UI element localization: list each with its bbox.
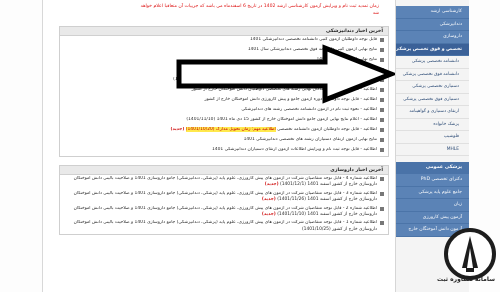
bullet-icon — [380, 138, 384, 142]
sidebar-item[interactable]: جامع علوم پایه پزشکی — [396, 186, 469, 199]
news-item[interactable]: اطلاعیه - قابل توجه داوطلبان آزمون دانشن… — [60, 126, 388, 136]
news-text: اطلاعیه شماره 2 - قابل توجه متقاضیان شرک… — [73, 205, 377, 218]
bullet-icon — [380, 177, 384, 181]
news-link[interactable]: اطلاعیه شماره 3 - قابل توجه متقاضیان شرک… — [64, 191, 377, 204]
news-link[interactable]: اطلاعیه - نحوه ثبت نام در آزمون دانشنامه… — [64, 107, 377, 113]
sidebar-item[interactable]: دستیاری تخصصی پزشکی — [396, 81, 469, 94]
notice-line-1: زمان تمدید ثبت نام و ویرایش آزمون کارشنا… — [140, 4, 379, 9]
sidebar-item[interactable]: فلوشیپ — [396, 131, 469, 144]
news-item[interactable]: نتایج نهایی آزمون ارتقای دستیاران رشته ه… — [60, 136, 388, 146]
new-badge: (جدید) — [170, 127, 185, 132]
sidebar-item[interactable]: زبان — [396, 199, 469, 212]
news-link[interactable]: قابل توجه داوطلبان آزمون کتبی دانشنامه ت… — [64, 37, 377, 43]
sidebar-item[interactable]: دانشنامه تخصصی پزشکی — [396, 56, 469, 69]
section-title: آخرین اخبار داروسازی — [60, 166, 388, 175]
logo-caption: سامانه مشاوره ثبت — [436, 276, 496, 283]
sidebar-item[interactable]: دندانپزشکی — [396, 18, 469, 31]
section-title: آخرین اخبار دندانپزشکی — [60, 27, 388, 36]
bullet-icon — [380, 221, 384, 226]
new-badge: (جدید) — [264, 182, 279, 188]
news-link[interactable]: اطلاعیه - اعلام نتایج نهایی آزمون جامع د… — [64, 117, 377, 123]
bullet-icon — [380, 118, 384, 122]
news-text: اطلاعیه شماره 1 - قابل توجه متقاضیان شرک… — [73, 220, 377, 232]
sidebar-item[interactable]: MHLE — [396, 143, 469, 156]
sidebar-item[interactable]: کارشناسی ارشد — [396, 6, 469, 19]
new-badge: (جدید) — [261, 212, 276, 218]
news-link[interactable]: نتایج نهایی آزمون ارتقای دستیاران رشته ه… — [64, 137, 377, 143]
news-item[interactable]: اطلاعیه شماره 2 - قابل توجه متقاضیان شرک… — [60, 205, 388, 220]
news-text: اطلاعیه - اعلام نتایج نهایی آزمون جامع د… — [186, 117, 377, 122]
news-text: اطلاعیه شماره 4 - قابل توجه متقاضیان شرک… — [73, 176, 377, 188]
news-highlight: اطلاعیه مهم: زمان تحویل مدارک (1401/10/2… — [185, 127, 276, 132]
sidebar-item[interactable]: تخصص و فوق تخصص پزشکی — [396, 43, 469, 56]
bullet-icon — [380, 128, 384, 132]
bullet-icon — [380, 148, 384, 152]
news-link[interactable]: اطلاعیه شماره 2 - قابل توجه متقاضیان شرک… — [64, 206, 377, 219]
sidebar-block-head[interactable]: پزشکی عمومی — [396, 162, 469, 174]
notice-line-2: شد — [372, 11, 379, 16]
bullet-icon — [380, 191, 384, 196]
sidebar-item[interactable]: پزشک خانواده — [396, 118, 469, 131]
bullet-icon — [380, 108, 384, 112]
news-item[interactable]: اطلاعیه - اعلام نتایج نهایی آزمون جامع د… — [60, 116, 388, 126]
sidebar-item[interactable]: ارتقای دستیاری و گواهینامه — [396, 106, 469, 119]
news-item[interactable]: اطلاعیه - قابل توجه ثبت نام و ویرایش اطل… — [60, 146, 388, 156]
pharmacy-news-section: آخرین اخبار داروسازی اطلاعیه شماره 4 - ق… — [59, 165, 389, 236]
sidebar-item[interactable]: دستیاری فوق تخصصی پزشکی — [396, 93, 469, 106]
news-item[interactable]: اطلاعیه - نحوه ثبت نام در آزمون دانشنامه… — [60, 106, 388, 116]
news-item[interactable]: اطلاعیه شماره 4 - قابل توجه متقاضیان شرک… — [60, 175, 388, 190]
news-item[interactable]: اطلاعیه شماره 3 - قابل توجه متقاضیان شرک… — [60, 190, 388, 205]
bullet-icon — [380, 38, 384, 42]
news-item[interactable]: اطلاعیه شماره 1 - قابل توجه متقاضیان شرک… — [60, 219, 388, 234]
sidebar-item[interactable]: دکترای تخصصی PhD — [396, 174, 469, 187]
sidebar-item[interactable]: دانشنامه فوق تخصصی پزشکی — [396, 68, 469, 81]
news-link[interactable]: اطلاعیه - قابل توجه ثبت نام و ویرایش اطل… — [64, 147, 377, 153]
sidebar-item[interactable]: آزمون پیش کارورزی — [396, 211, 469, 224]
news-text: اطلاعیه - قابل توجه داوطلبان آزمون دانشن… — [277, 127, 377, 132]
top-notice: زمان تمدید ثبت نام و ویرایش آزمون کارشنا… — [59, 3, 379, 17]
news-link[interactable]: اطلاعیه شماره 4 - قابل توجه متقاضیان شرک… — [64, 176, 377, 189]
news-text: قابل توجه داوطلبان آزمون کتبی دانشنامه ت… — [249, 37, 377, 42]
news-text: اطلاعیه - قابل توجه ثبت نام و ویرایش اطل… — [212, 147, 377, 152]
sidebar-item[interactable]: داروسازی — [396, 31, 469, 44]
news-link[interactable]: اطلاعیه شماره 1 - قابل توجه متقاضیان شرک… — [64, 220, 377, 233]
pointer-arrow-icon — [176, 44, 395, 104]
news-text: نتایج نهایی آزمون ارتقای دستیاران رشته ه… — [243, 137, 377, 142]
news-text: اطلاعیه - نحوه ثبت نام در آزمون دانشنامه… — [241, 107, 377, 112]
page-container: زمان تمدید ثبت نام و ویرایش آزمون کارشنا… — [42, 0, 469, 292]
news-text: اطلاعیه شماره 3 - قابل توجه متقاضیان شرک… — [73, 190, 377, 203]
news-link[interactable]: اطلاعیه - قابل توجه داوطلبان آزمون دانشن… — [64, 127, 377, 133]
new-badge: (جدید) — [261, 197, 276, 203]
bullet-icon — [380, 206, 384, 211]
